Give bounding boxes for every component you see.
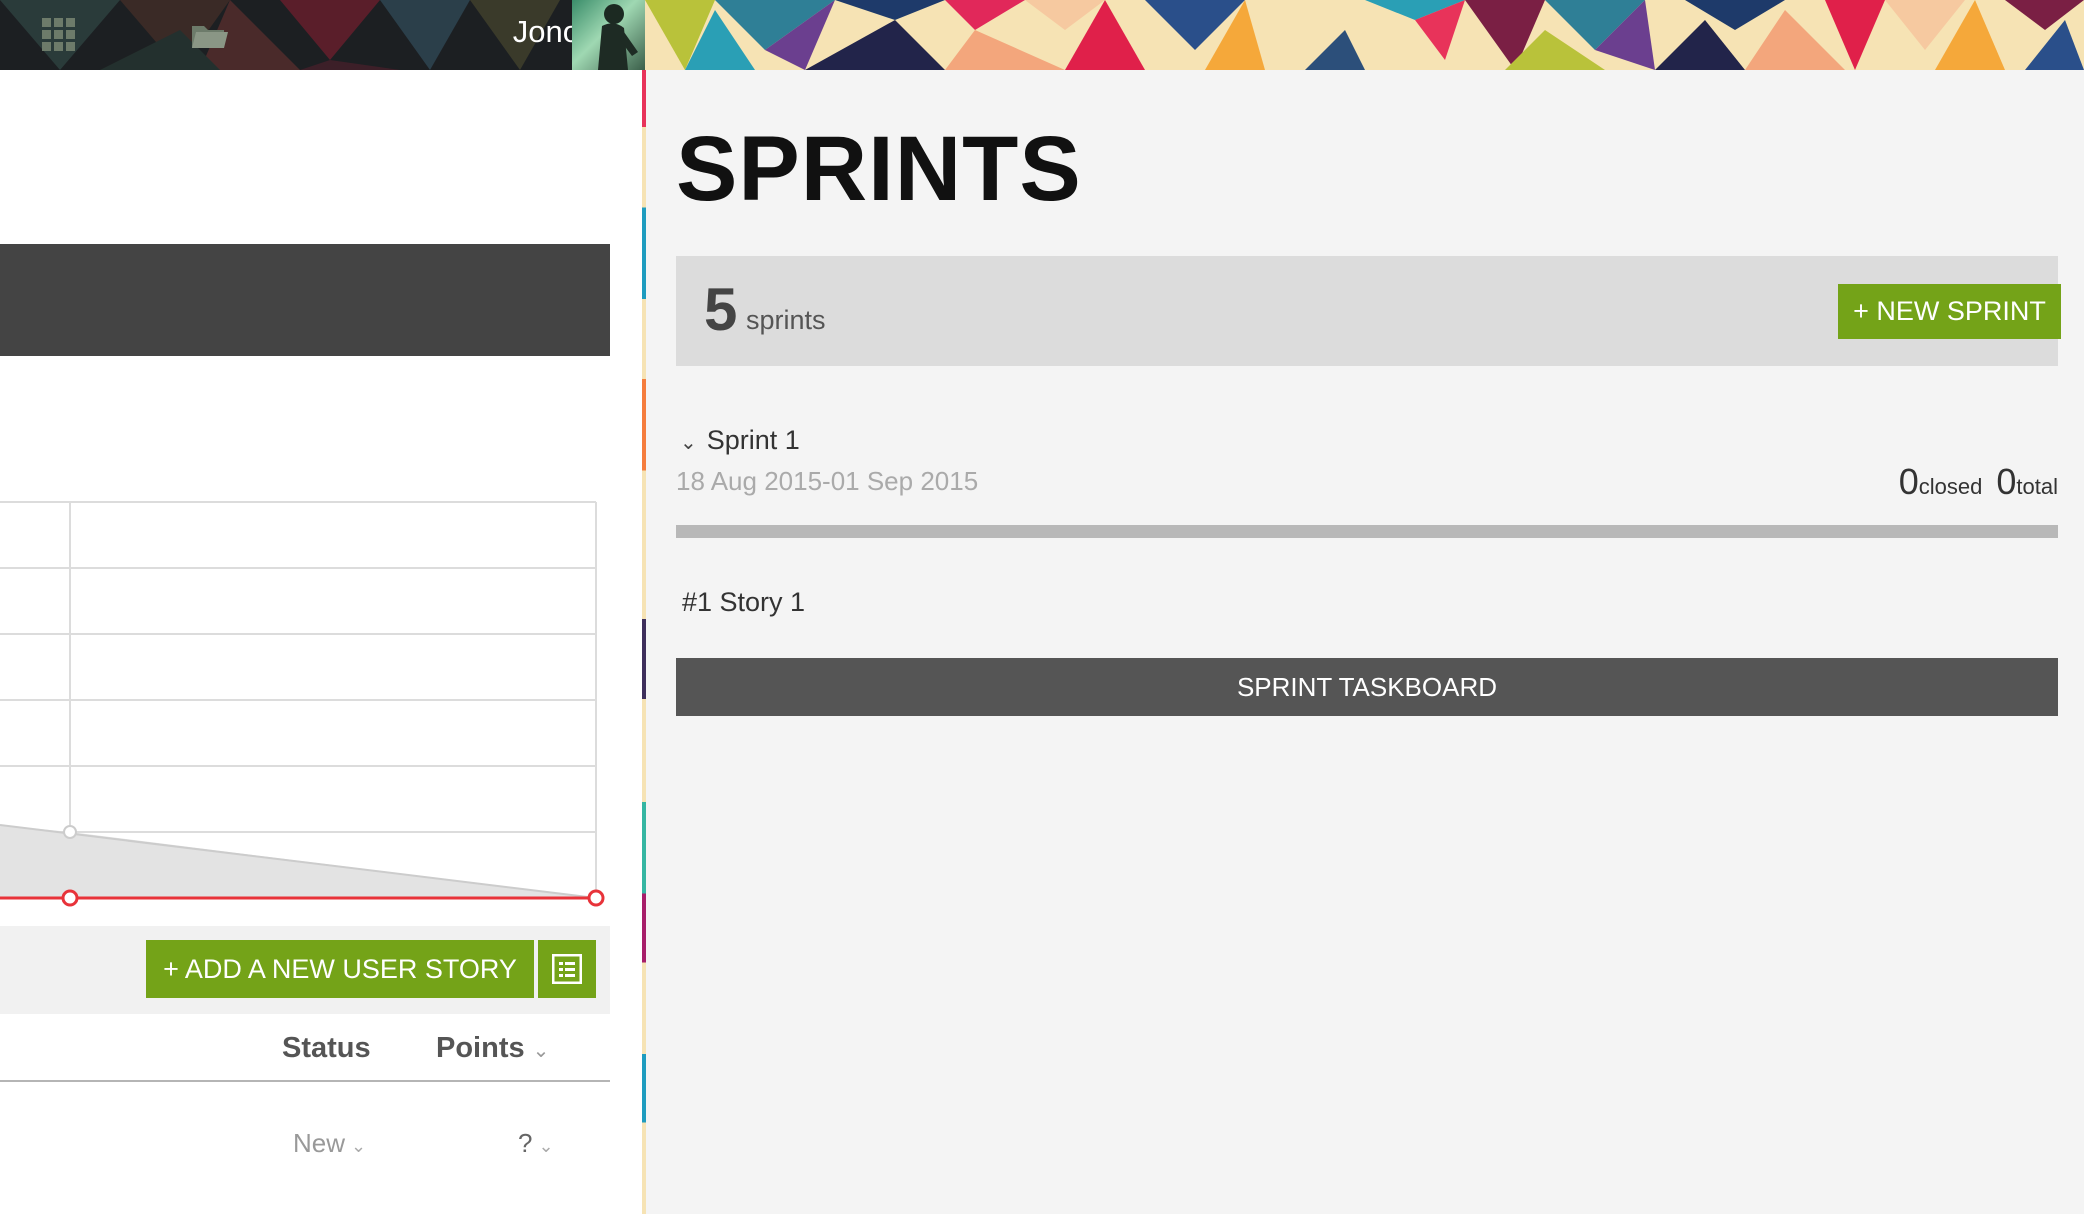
add-user-story-button[interactable]: + ADD A NEW USER STORY (146, 940, 534, 998)
sprints-summary: 5 sprints + NEW SPRINT (676, 256, 2061, 366)
story-status-value: New (293, 1128, 346, 1158)
add-user-story-label[interactable]: + ADD A NEW USER STORY (146, 940, 534, 998)
story-points-value: ? (518, 1128, 533, 1158)
chevron-down-icon[interactable]: ⌄ (680, 425, 697, 461)
sprint-taskboard-label[interactable]: SPRINT TASKBOARD (676, 658, 2058, 716)
real-point (587, 889, 605, 907)
backlog-action-bar: + ADD A NEW USER STORY (0, 926, 610, 1014)
sprint-story-item[interactable]: #1 Story 1 (682, 584, 805, 620)
folder-icon[interactable] (190, 18, 230, 52)
closed-label: closed (1918, 474, 1983, 499)
new-sprint-label[interactable]: + NEW SPRINT (1838, 284, 2061, 339)
expected-point (63, 825, 77, 839)
top-bar: Jono (0, 0, 2084, 70)
username[interactable]: Jono (480, 12, 580, 52)
column-points-label: Points (436, 1032, 525, 1064)
sprint-name[interactable]: Sprint 1 (707, 425, 800, 455)
real-point (61, 889, 79, 907)
backlog-table-header: Status Points ⌄ (0, 1014, 610, 1082)
backlog-summary-banner (0, 244, 610, 356)
sprint-toggle[interactable]: ⌄ Sprint 1 (680, 422, 800, 461)
sprint-stats: 0closed 0total (1899, 462, 2058, 510)
burndown-chart-svg (0, 501, 605, 907)
column-points[interactable]: Points ⌄ (436, 1032, 549, 1065)
chevron-down-icon: ⌄ (532, 1040, 550, 1062)
total-label: total (2016, 474, 2058, 499)
sprint-progress-bar (676, 525, 2058, 538)
total-count: 0 (1996, 461, 2017, 502)
sprint-count: 5 (704, 276, 738, 343)
story-status-dropdown[interactable]: New ⌄ (293, 1128, 366, 1159)
user-avatar[interactable] (572, 0, 645, 70)
sprint-count-label: sprints (746, 305, 826, 335)
bulk-add-button[interactable] (538, 940, 596, 998)
sprint-taskboard-button[interactable]: SPRINT TASKBOARD (676, 658, 2058, 716)
backlog-panel: + ADD A NEW USER STORY Status Points ⌄ Ne… (0, 70, 645, 1214)
story-points-dropdown[interactable]: ? ⌄ (518, 1128, 554, 1159)
chevron-down-icon: ⌄ (538, 1136, 554, 1156)
topbar-decorative-pattern (645, 0, 2084, 70)
sprints-title: SPRINTS (676, 118, 1082, 220)
column-status[interactable]: Status (282, 1032, 371, 1065)
sprint-dates: 18 Aug 2015-01 Sep 2015 (676, 466, 979, 496)
new-sprint-button[interactable]: + NEW SPRINT (1838, 284, 2061, 339)
topbar-left-pattern: Jono (0, 0, 645, 70)
closed-count: 0 (1898, 461, 1919, 502)
bulk-list-icon (552, 954, 582, 984)
topbar-triangles (645, 0, 2084, 70)
chevron-down-icon: ⌄ (351, 1136, 367, 1156)
burndown-chart (0, 428, 610, 948)
apps-grid-icon[interactable] (40, 16, 78, 54)
sprints-panel: SPRINTS 5 sprints + NEW SPRINT ⌄ Sprint 1… (646, 70, 2084, 1214)
